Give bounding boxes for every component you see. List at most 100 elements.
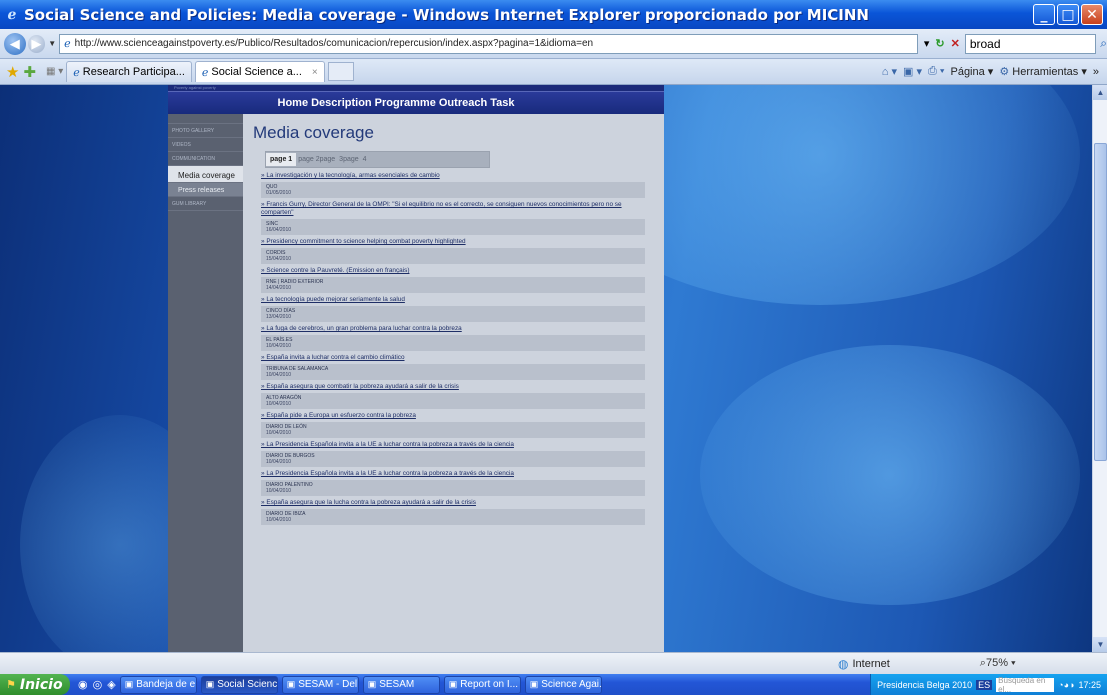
left-nav-spacer (168, 114, 243, 124)
vertical-scrollbar[interactable]: ▲ ▼ (1092, 85, 1107, 652)
feeds-icon[interactable]: ▣ ▾ (903, 65, 922, 78)
tab-close-icon[interactable]: × (312, 67, 318, 78)
scroll-thumb[interactable] (1094, 143, 1107, 461)
news-source-box: TRIBUNA DE SALAMANCA 10/04/2010 (261, 364, 645, 380)
page-link[interactable]: 4 (361, 156, 369, 163)
news-title-link[interactable]: » Francis Gurry, Director General de la … (253, 201, 633, 217)
news-item: » Presidency commitment to science helpi… (253, 238, 654, 264)
task-buttons: ▣Bandeja de e...▣Social Scienc...▣SESAM … (116, 675, 602, 694)
back-button[interactable]: ◀ (4, 32, 26, 55)
quick-launch-icon[interactable]: ◈ (107, 678, 115, 691)
quick-launch-icon[interactable]: ◉ (78, 678, 88, 691)
chevron-more-icon[interactable]: » (1093, 66, 1099, 78)
app-icon: ▣ (448, 679, 458, 689)
maximize-button[interactable]: □ (1057, 4, 1079, 25)
taskbar-button[interactable]: ▣Social Scienc... (200, 675, 278, 694)
news-item: » España asegura que combatir la pobreza… (253, 383, 654, 409)
scroll-down-arrow[interactable]: ▼ (1093, 637, 1107, 652)
news-title-link[interactable]: » La investigación y la tecnología, arma… (253, 172, 654, 180)
stop-button[interactable]: ✕ (951, 37, 960, 50)
ie-page-icon: ℯ (73, 66, 80, 79)
minimize-button[interactable]: _ (1033, 4, 1055, 25)
page-menu[interactable]: Página ▾ (950, 65, 993, 78)
news-item: » La fuga de cerebros, un gran problema … (253, 325, 654, 351)
page-link[interactable]: 3page (337, 156, 360, 163)
command-bar: ⌂ ▾ ▣ ▾ ⎙ ▾ Página ▾ ⚙ Herramientas ▾ » (882, 65, 1099, 78)
address-input[interactable]: ℯ http://www.scienceagainstpoverty.es/Pu… (59, 33, 918, 54)
ie-page-icon: ℯ (201, 66, 209, 79)
refresh-button[interactable]: ↻ (935, 37, 944, 50)
news-title-link[interactable]: » Presidency commitment to science helpi… (253, 238, 654, 246)
history-dropdown[interactable]: ▼ (48, 39, 56, 48)
taskbar-button[interactable]: ▣Bandeja de e... (119, 675, 197, 694)
news-title-link[interactable]: » España asegura que combatir la pobreza… (253, 383, 654, 391)
scroll-up-arrow[interactable]: ▲ (1093, 85, 1107, 100)
news-date: 10/04/2010 (266, 517, 292, 523)
favorites-star-icon[interactable]: ★ (6, 63, 19, 81)
tray-icons[interactable]: ◔◕◑ (1058, 680, 1074, 690)
taskbar-button[interactable]: ▣ SESAM (362, 675, 440, 694)
ie-logo-icon: ℯ (7, 6, 17, 23)
news-title-link[interactable]: » La Presidencia Española invita a la UE… (253, 470, 654, 478)
quick-tabs-icon[interactable]: ▦ ▾ (46, 66, 63, 77)
news-item: » La tecnología puede mejorar seriamente… (253, 296, 654, 322)
news-title-link[interactable]: » Science contre la Pauvreté. (Emission … (253, 267, 654, 275)
zoom-level[interactable]: ⌕75% ▾ (980, 657, 1016, 670)
tab-research[interactable]: ℯ Research Participa... (66, 61, 192, 82)
system-tray: Presidencia Belga 2010 ES Búsqueda en el… (870, 674, 1107, 695)
news-title-link[interactable]: » España invita a luchar contra el cambi… (253, 354, 654, 362)
add-favorites-icon[interactable]: ✚ (23, 63, 36, 81)
page-link-current[interactable]: page 1 (266, 153, 297, 166)
taskbar-button[interactable]: ▣ Science Agai... (524, 675, 602, 694)
news-title-link[interactable]: » España pide a Europa un esfuerzo contr… (253, 412, 654, 420)
language-indicator[interactable]: ES (976, 679, 993, 690)
news-item: » Francis Gurry, Director General de la … (253, 201, 654, 235)
news-date: 10/04/2010 (266, 459, 292, 465)
search-icon[interactable]: ⌕ (1100, 36, 1107, 51)
print-icon[interactable]: ⎙ ▾ (928, 65, 944, 78)
tools-menu[interactable]: ⚙ Herramientas ▾ (999, 65, 1087, 78)
left-nav-item-press-releases[interactable]: Press releases (168, 183, 243, 197)
window-title: Social Science and Policies: Media cover… (24, 5, 869, 24)
tray-extra-label[interactable]: Presidencia Belga 2010 (877, 680, 972, 690)
news-source-box: SINC 16/04/2010 (261, 219, 645, 235)
left-nav-item[interactable]: COMMUNICATION (168, 152, 243, 166)
news-date: 16/04/2010 (266, 227, 292, 233)
news-date: 15/04/2010 (266, 256, 292, 262)
app-icon: ▣ (205, 679, 215, 689)
taskbar-button[interactable]: ▣ Report on I... (443, 675, 521, 694)
close-button[interactable]: ✕ (1081, 4, 1103, 25)
news-title-link[interactable]: » La Presidencia Española invita a la UE… (253, 441, 654, 449)
quick-launch-icon[interactable]: ◎ (93, 678, 103, 691)
taskbar-button-label: SESAM - Del... (298, 679, 358, 690)
address-text: http://www.scienceagainstpoverty.es/Publ… (74, 38, 594, 49)
news-source-box: ALTO ARAGÓN 10/04/2010 (261, 393, 645, 409)
site-nav[interactable]: Home Description Programme Outreach Task (168, 91, 664, 114)
news-list: » La investigación y la tecnología, arma… (253, 172, 654, 525)
news-title-link[interactable]: » La fuga de cerebros, un gran problema … (253, 325, 654, 333)
news-source-box: CINCO DÍAS 13/04/2010 (261, 306, 645, 322)
left-nav-item[interactable]: GUM LIBRARY (168, 197, 243, 211)
forward-button[interactable]: ▶ (27, 34, 46, 53)
news-title-link[interactable]: » La tecnología puede mejorar seriamente… (253, 296, 654, 304)
news-source-box: DIARIO DE IBIZA 10/04/2010 (261, 509, 645, 525)
tray-search-input[interactable]: Búsqueda en el... (996, 676, 1055, 694)
search-input[interactable]: broad (964, 33, 1097, 54)
quick-launch: ◉ ◎ ◈ (78, 678, 116, 691)
home-icon[interactable]: ⌂ ▾ (882, 65, 897, 78)
new-tab-button[interactable] (327, 62, 354, 81)
news-title-link[interactable]: » España asegura que la lucha contra la … (253, 499, 654, 507)
left-nav-item-media-coverage[interactable]: Media coverage (168, 166, 243, 183)
left-nav-item[interactable]: PHOTO GALLERY (168, 124, 243, 138)
taskbar-button[interactable]: ▣SESAM - Del... (281, 675, 359, 694)
app-icon: ▣ (367, 679, 377, 689)
left-nav-item[interactable]: VIDEOS (168, 138, 243, 152)
tab-social-science[interactable]: ℯ Social Science a... × (194, 61, 325, 82)
news-item: » España asegura que la lucha contra la … (253, 499, 654, 525)
address-dropdown-icon[interactable]: ▾ (924, 37, 930, 50)
start-button[interactable]: ⚑ Inicio (0, 674, 70, 695)
news-source-box: CORDIS 15/04/2010 (261, 248, 645, 264)
page-link[interactable]: page 2page (296, 156, 337, 163)
news-source-box: DIARIO DE LEÓN 10/04/2010 (261, 422, 645, 438)
pagination: page 1 page 2page 3page 4 (265, 151, 490, 168)
